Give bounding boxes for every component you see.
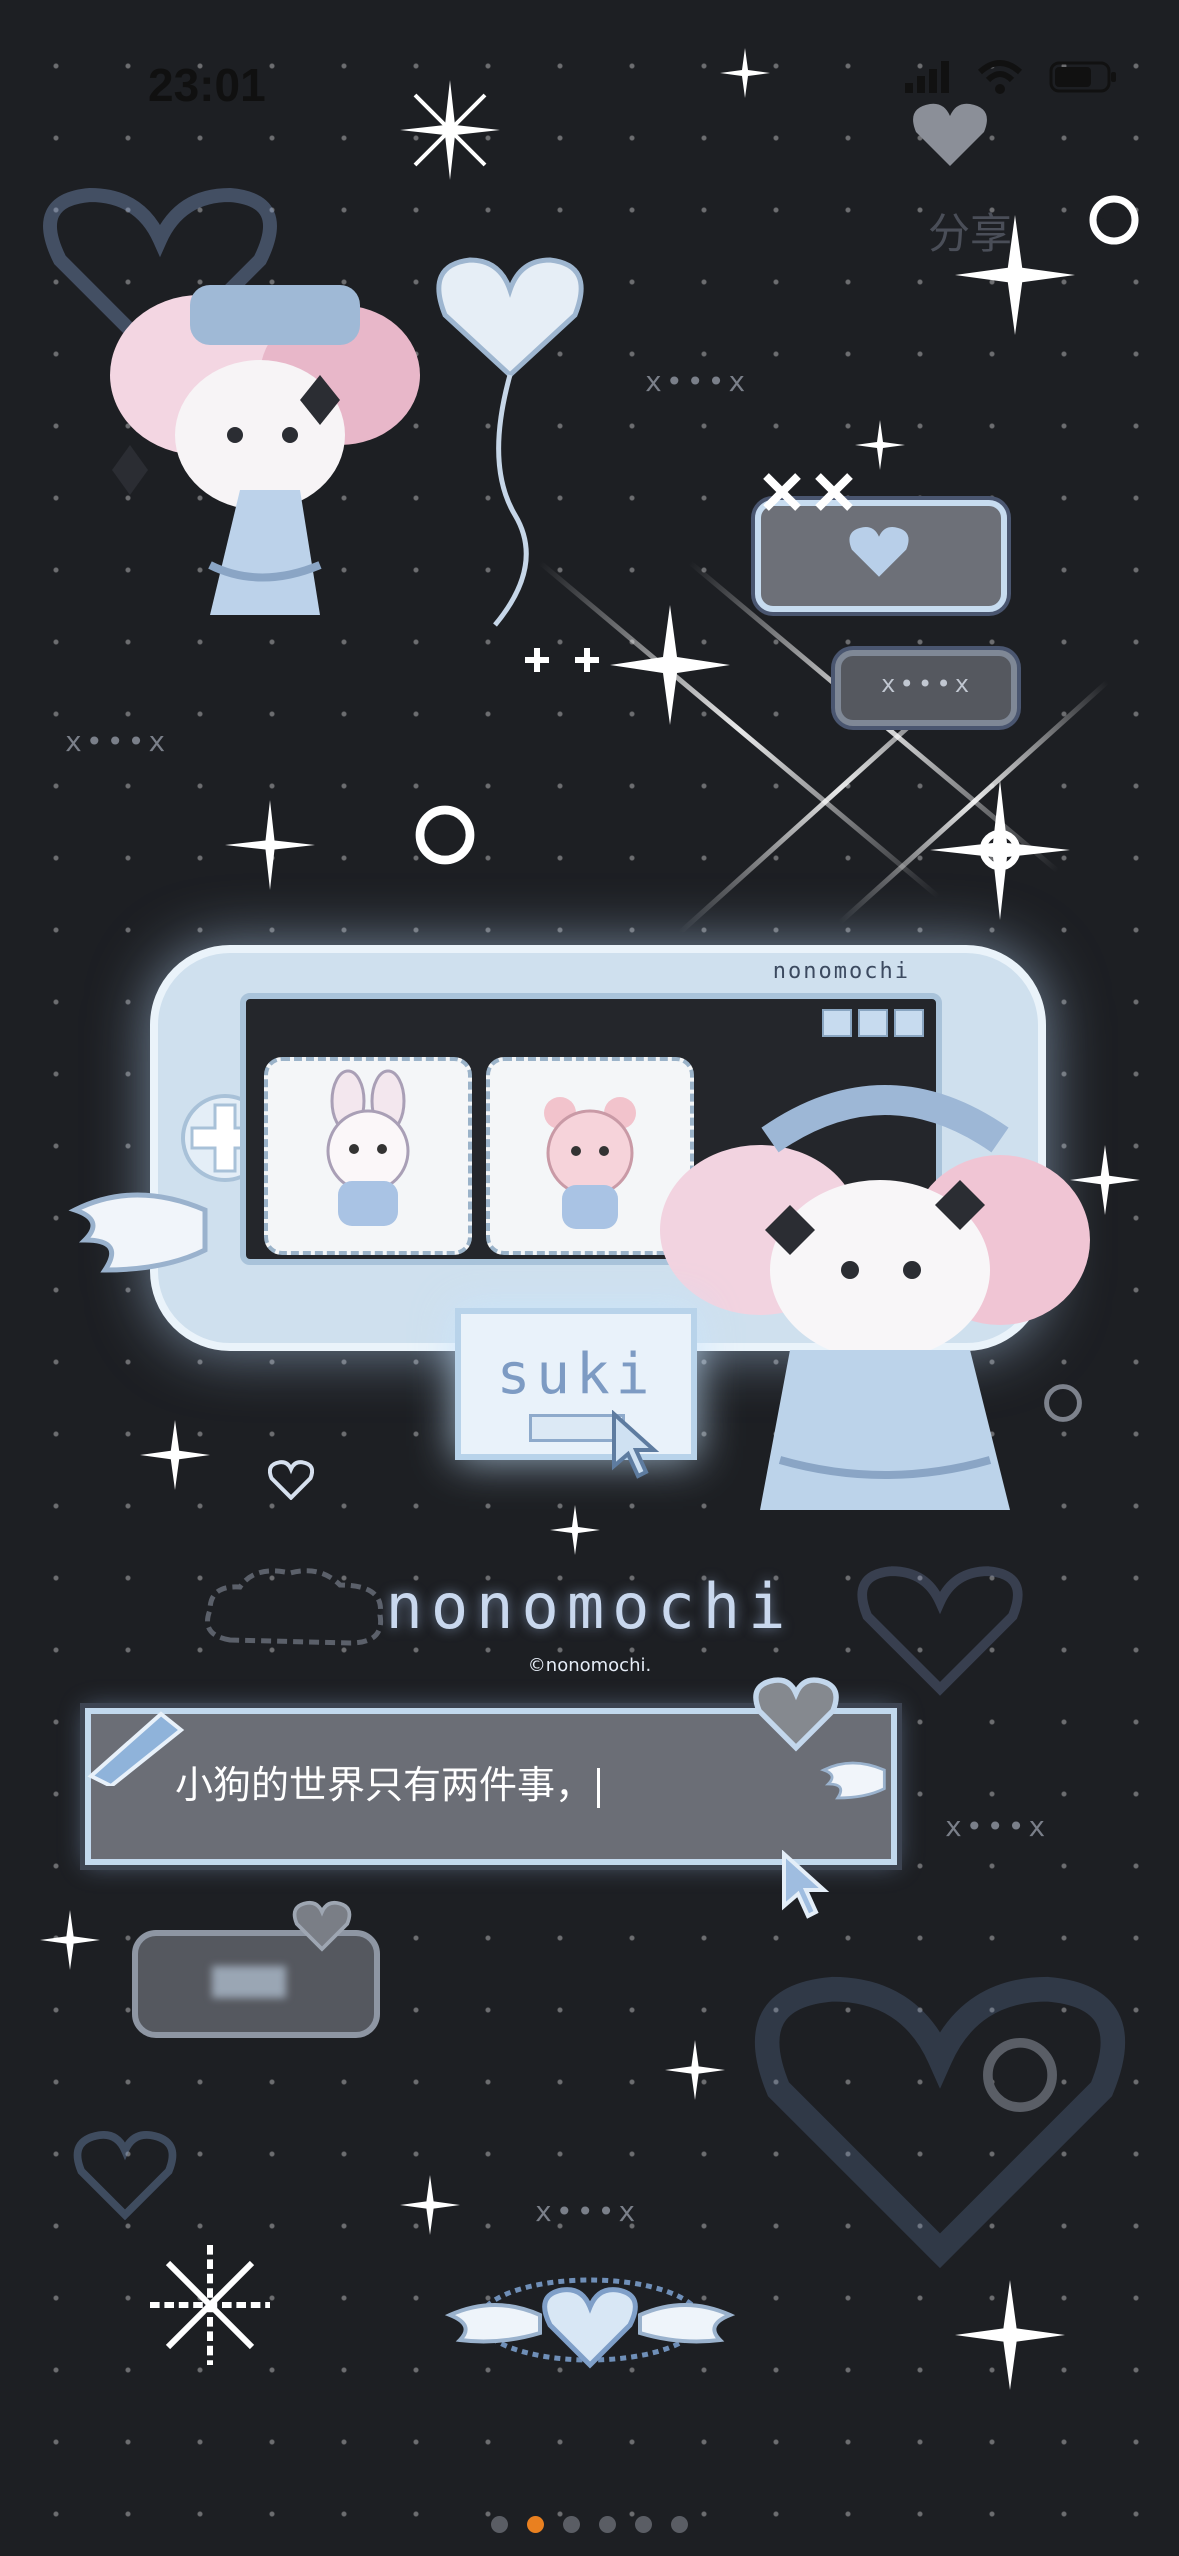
sparkle-icon <box>400 2175 460 2235</box>
sparkle-icon <box>855 420 905 470</box>
status-time: 23:01 <box>148 59 266 111</box>
window-controls <box>822 1009 924 1037</box>
cursor-icon <box>782 1850 830 1919</box>
page-dot[interactable] <box>491 2516 508 2533</box>
wifi-icon <box>977 60 1023 94</box>
heart-icon <box>292 1900 352 1952</box>
message-text: 小狗的世界只有两件事， <box>175 1754 601 1809</box>
share-ring-icon[interactable] <box>1086 192 1142 248</box>
battery-icon <box>1049 61 1116 93</box>
sparkle-icon <box>400 80 500 180</box>
decor-text: x•••x <box>535 2195 640 2228</box>
brand-name: nonomochi <box>385 1570 794 1643</box>
pencil-icon <box>87 1711 185 1786</box>
sparkle-icon <box>550 1505 600 1555</box>
maximize-icon[interactable] <box>858 1009 888 1037</box>
double-x-icon <box>763 473 853 511</box>
message-textbox: 小狗的世界只有两件事， <box>85 1677 897 1865</box>
winged-heart-emblem <box>444 2277 736 2369</box>
close-icon[interactable] <box>894 1009 924 1037</box>
heart-icon <box>849 527 909 577</box>
page-dot-active[interactable] <box>527 2516 544 2533</box>
status-bar: 23:01 <box>0 0 1179 170</box>
angel-wing-icon <box>68 1192 208 1273</box>
text-caret <box>597 1767 601 1808</box>
sparkle-icon <box>40 1910 100 1970</box>
ring-icon <box>415 805 475 865</box>
glow-heart-icon <box>73 2130 177 2220</box>
cursor-icon <box>612 1410 660 1479</box>
xox-speech-bubble: x•••x <box>835 650 1017 726</box>
message-content: 小狗的世界只有两件事， <box>175 1763 594 1807</box>
pixel-puppy-character <box>660 1085 1090 1510</box>
page-indicator[interactable] <box>0 2516 1179 2533</box>
heart-icon <box>913 103 987 166</box>
sparkle-icon <box>225 800 315 890</box>
brand-copyright: ©nonomochi. <box>527 1655 652 1676</box>
sparkle-icon <box>930 780 1070 920</box>
bunny-character <box>326 1069 410 1226</box>
angel-wing-icon <box>820 1761 886 1800</box>
heart-icon <box>753 1677 839 1752</box>
heart-speech-bubble <box>755 500 1007 612</box>
small-heart-icon <box>268 1460 314 1500</box>
suki-text: suki <box>496 1342 656 1407</box>
decor-text: x•••x <box>945 1810 1050 1843</box>
sparkle-icon <box>720 48 770 98</box>
balloon-heart-icon <box>436 257 584 627</box>
minimize-icon[interactable] <box>822 1009 852 1037</box>
signal-icon <box>905 61 949 93</box>
character-card-bunny <box>264 1057 472 1255</box>
page-dot[interactable] <box>671 2516 688 2533</box>
blurred-content <box>212 1966 286 1998</box>
sparkle-icon <box>140 1420 210 1490</box>
suki-popup[interactable]: suki <box>455 1308 697 1460</box>
sparkle-icon <box>150 2245 270 2365</box>
sparkle-icon <box>665 2040 725 2100</box>
window-brand-label: nonomochi <box>772 959 910 984</box>
glow-heart-icon <box>754 1976 1126 2269</box>
page-dot[interactable] <box>599 2516 616 2533</box>
decor-text: x•••x <box>645 365 750 398</box>
page-dot[interactable] <box>563 2516 580 2533</box>
page-dot[interactable] <box>635 2516 652 2533</box>
pixel-puppy-character <box>110 285 420 615</box>
bubble-text: x•••x <box>881 670 974 698</box>
sparkle-icon <box>955 215 1075 335</box>
sparkle-icon <box>955 2280 1065 2390</box>
decor-text: x•••x <box>65 725 170 758</box>
status-icons <box>905 60 1119 94</box>
ring-icon <box>983 2038 1057 2112</box>
